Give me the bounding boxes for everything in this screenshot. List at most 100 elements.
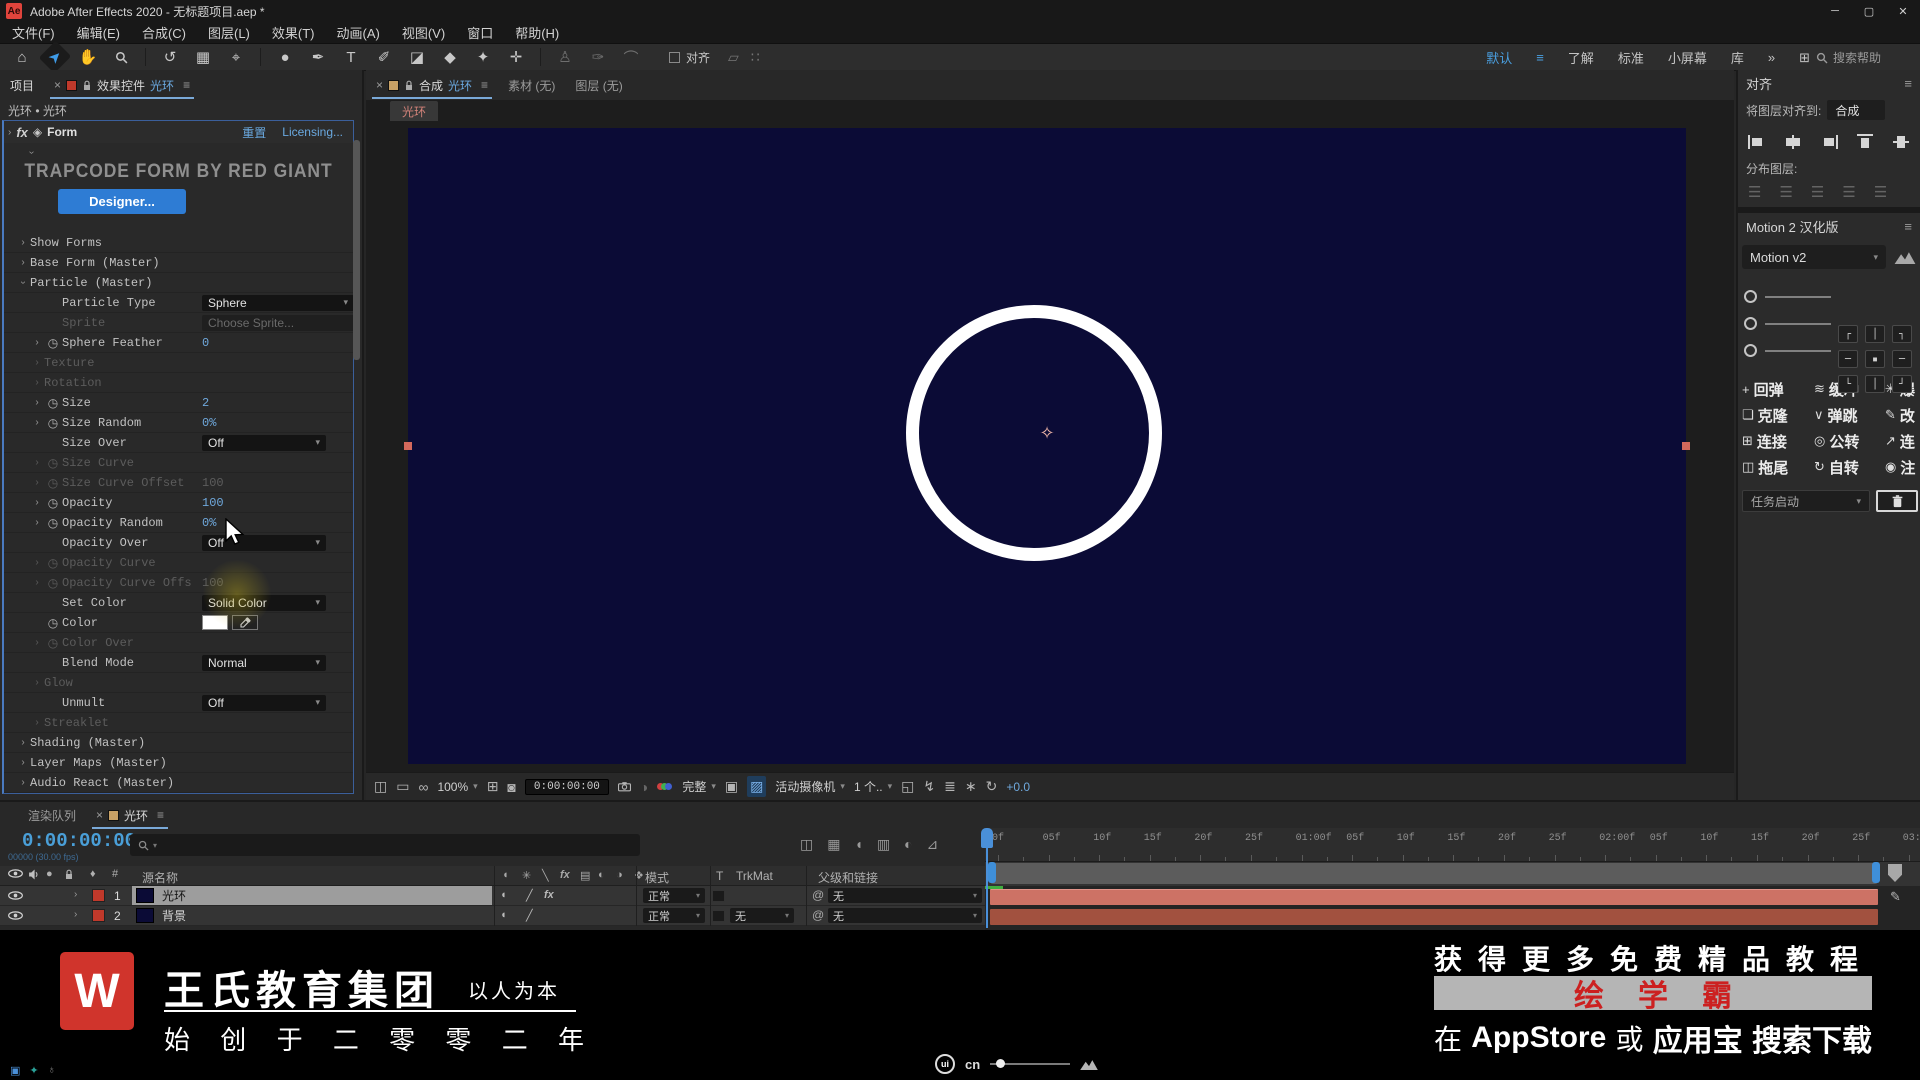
- motion-connect-button[interactable]: ⊞ 连接: [1742, 431, 1814, 452]
- motion-trail-button[interactable]: ◫ 拖尾: [1742, 457, 1814, 478]
- layer-bar-1[interactable]: [990, 889, 1878, 905]
- stopwatch-icon[interactable]: ◷: [44, 636, 62, 650]
- tab-footage[interactable]: 素材 (无): [498, 70, 565, 100]
- timeline-search-input[interactable]: ▾: [130, 834, 640, 856]
- expand-arrow-icon[interactable]: ›: [30, 397, 44, 408]
- anchor-grid-button-0[interactable]: ┌: [1838, 325, 1858, 343]
- draft-3d-icon[interactable]: ▦: [827, 836, 840, 853]
- task-launch-select[interactable]: 任务启动 ▾: [1742, 490, 1870, 512]
- layer-handle-right[interactable]: [1682, 442, 1690, 450]
- help-search[interactable]: 搜索帮助: [1816, 48, 1912, 67]
- pickwhip-icon[interactable]: @: [812, 888, 824, 902]
- reset-link[interactable]: 重置: [242, 124, 266, 141]
- anchor-grid-button-7[interactable]: │: [1865, 375, 1885, 393]
- expand-arrow-icon[interactable]: ›: [30, 497, 44, 508]
- stopwatch-icon[interactable]: ◷: [44, 476, 62, 490]
- motion-blur-icon[interactable]: ◐: [904, 836, 912, 853]
- solo-icon[interactable]: ●: [46, 869, 53, 880]
- param-row-shading-master-[interactable]: › Shading (Master): [4, 733, 353, 753]
- close-tab-icon[interactable]: ×: [54, 78, 61, 92]
- workspace-默认[interactable]: 默认: [1486, 48, 1512, 67]
- quality-mountains-icon[interactable]: [1080, 1059, 1098, 1070]
- designer-button[interactable]: Designer...: [58, 189, 186, 214]
- panel-menu-icon[interactable]: ≡: [183, 78, 190, 92]
- speaker-icon[interactable]: [28, 869, 39, 880]
- layer-handle-left[interactable]: [404, 442, 412, 450]
- param-row-unmult[interactable]: Unmult Off ▾: [4, 693, 353, 713]
- shy-icon[interactable]: ◖: [502, 869, 509, 881]
- param-row-size-curve[interactable]: › ◷ Size Curve: [4, 453, 353, 473]
- trkmat-select[interactable]: 无 ▾: [730, 908, 794, 923]
- param-row-opacity-over[interactable]: Opacity Over Off ▾: [4, 533, 353, 553]
- stopwatch-icon[interactable]: ◷: [44, 336, 62, 350]
- anchor-point-icon[interactable]: ✧: [1033, 419, 1061, 447]
- mini-flowchart-icon[interactable]: ◫: [800, 836, 813, 853]
- distribute-top-button[interactable]: ☰: [1748, 183, 1761, 201]
- motion-spin-button[interactable]: ↻ 自转: [1814, 457, 1885, 478]
- param-dropdown[interactable]: Off ▾: [202, 434, 326, 451]
- expand-arrow-icon[interactable]: ›: [30, 477, 44, 488]
- show-snapshot-icon[interactable]: ◑: [640, 779, 648, 795]
- stopwatch-icon[interactable]: ◷: [44, 396, 62, 410]
- mask-visibility-icon[interactable]: ∞: [418, 779, 428, 795]
- align-center-h-button[interactable]: [1784, 134, 1802, 150]
- align-to-select[interactable]: 合成: [1827, 100, 1886, 120]
- exposure-reset-icon[interactable]: ↻: [986, 778, 998, 795]
- param-value[interactable]: 100: [202, 476, 224, 490]
- align-top-button[interactable]: [1856, 134, 1874, 150]
- hand-tool[interactable]: ✋: [76, 46, 100, 68]
- param-row-particle-master-[interactable]: › Particle (Master): [4, 273, 353, 293]
- distribute-center-h-button[interactable]: ☰: [1874, 183, 1887, 201]
- expand-arrow-icon[interactable]: ›: [16, 777, 30, 788]
- param-row-audio-react-master-[interactable]: › Audio React (Master): [4, 773, 353, 793]
- panel-menu-icon[interactable]: ≡: [481, 78, 488, 92]
- param-row-size-over[interactable]: Size Over Off ▾: [4, 433, 353, 453]
- roi-icon[interactable]: ▣: [725, 778, 738, 795]
- draft-pen-icon[interactable]: ✎: [1890, 890, 1901, 903]
- layer-name[interactable]: 光环: [132, 886, 492, 905]
- trkmat-toggle[interactable]: [712, 890, 725, 902]
- eye-icon[interactable]: [8, 869, 23, 878]
- expand-arrow-icon[interactable]: ›: [30, 637, 44, 648]
- anchor-grid-button-3[interactable]: ─: [1838, 350, 1858, 368]
- expand-arrow-icon[interactable]: ›: [16, 757, 30, 768]
- adjustment-icon[interactable]: ◑: [616, 869, 623, 881]
- magnification-select[interactable]: 100% ▾: [437, 780, 477, 794]
- fx-icon[interactable]: fx: [560, 869, 570, 881]
- multi-view-icon[interactable]: ◫: [374, 778, 387, 795]
- param-row-opacity-curve[interactable]: › ◷ Opacity Curve: [4, 553, 353, 573]
- menu-item[interactable]: 图层(L): [208, 23, 250, 42]
- param-value[interactable]: 0%: [202, 416, 216, 430]
- comp-mini-tab[interactable]: 光环: [390, 101, 439, 121]
- menu-item[interactable]: 合成(C): [142, 23, 186, 42]
- timeline-icon[interactable]: ≣: [944, 778, 956, 795]
- parent-select[interactable]: 无 ▾: [828, 888, 982, 903]
- screen-icon[interactable]: ▭: [396, 778, 409, 795]
- menu-item[interactable]: 动画(A): [337, 23, 380, 42]
- work-area-end-handle[interactable]: [1872, 862, 1880, 883]
- workspace-overflow-icon[interactable]: »: [1768, 50, 1775, 65]
- menu-item[interactable]: 编辑(E): [77, 23, 120, 42]
- effect-header[interactable]: › fx ◈ Form 重置 Licensing...: [4, 121, 353, 143]
- pickwhip-icon[interactable]: @: [812, 908, 824, 922]
- comp-flowchart-icon[interactable]: ∗: [965, 778, 977, 795]
- slider-knob[interactable]: [996, 1059, 1006, 1068]
- lock-icon[interactable]: [82, 80, 92, 91]
- param-row-base-form-master-[interactable]: › Base Form (Master): [4, 253, 353, 273]
- expand-arrow-icon[interactable]: ›: [30, 417, 44, 428]
- mode-select[interactable]: 正常 ▾: [643, 908, 705, 923]
- tab-timeline-comp[interactable]: × 光环 ≡: [86, 800, 174, 830]
- anchor-grid-button-6[interactable]: └: [1838, 375, 1858, 393]
- camera-track-tool[interactable]: ♙: [553, 46, 577, 68]
- collapse-icon[interactable]: ✳: [522, 869, 531, 882]
- graph-editor-icon[interactable]: ⊿: [927, 836, 939, 853]
- delete-button[interactable]: [1876, 490, 1918, 512]
- panel-menu-icon[interactable]: ≡: [1904, 76, 1912, 91]
- pan-behind-tool[interactable]: ⌖: [224, 46, 248, 68]
- layer-color-swatch[interactable]: [92, 909, 105, 922]
- motion-orbit-button[interactable]: ◎ 公转: [1814, 431, 1885, 452]
- param-row-sprite[interactable]: Sprite Choose Sprite...: [4, 313, 354, 333]
- composition-canvas[interactable]: ✧: [404, 128, 1690, 764]
- quality-icon[interactable]: ╲: [542, 869, 549, 882]
- anchor-grid-button-8[interactable]: ┘: [1892, 375, 1912, 393]
